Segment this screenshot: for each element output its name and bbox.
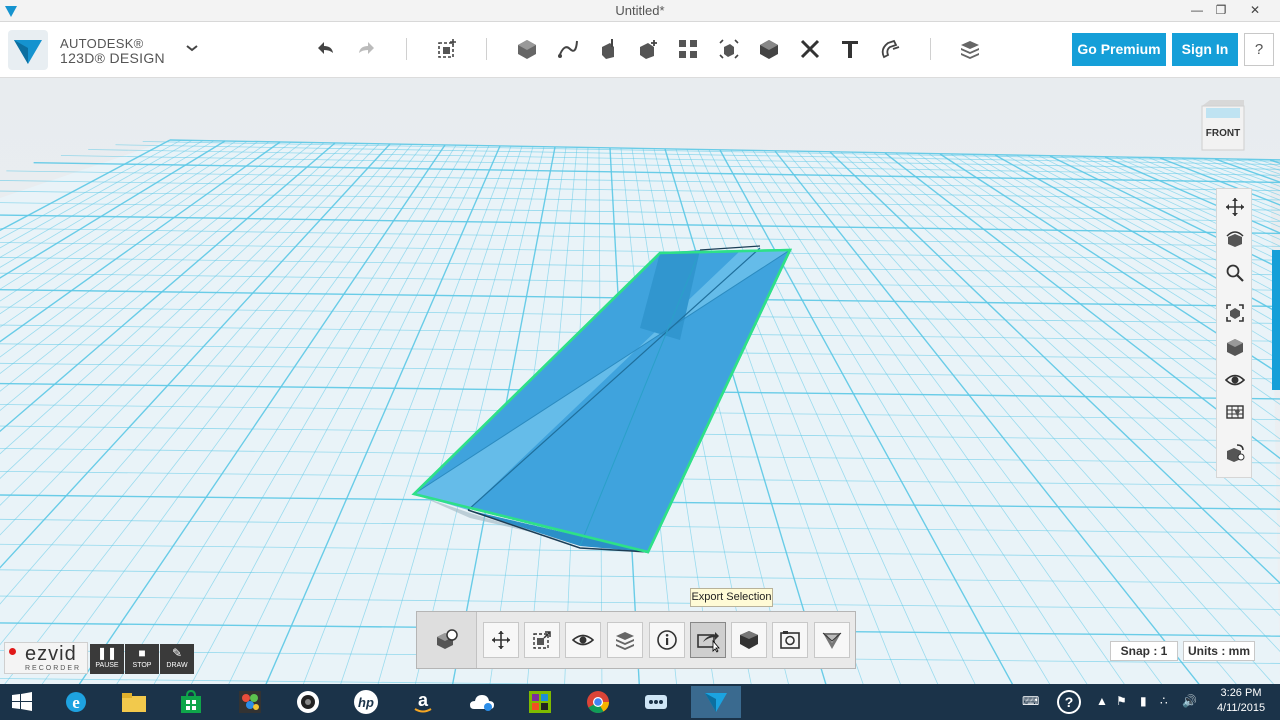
- undo-icon[interactable]: [313, 36, 339, 62]
- window-title: Untitled*: [615, 3, 665, 18]
- toolbar-divider: [406, 38, 407, 60]
- zoom-icon[interactable]: [1223, 261, 1247, 285]
- amazon-icon[interactable]: a: [401, 686, 445, 718]
- snap-icon[interactable]: [877, 36, 903, 62]
- action-center-icon[interactable]: ⚑: [1116, 694, 1127, 708]
- visibility-icon[interactable]: [1223, 368, 1247, 392]
- taskbar: e hp a ⌨ ? ▲ ⚑ ▮ ∴ 🔊 3:26 PM 4/11/2015: [0, 684, 1280, 720]
- combine-icon[interactable]: [756, 36, 782, 62]
- stop-icon: ■: [138, 646, 146, 660]
- 123d-design-icon[interactable]: [691, 686, 741, 718]
- help-button[interactable]: ?: [1244, 33, 1274, 66]
- pause-icon: ❚❚: [96, 646, 118, 660]
- store-icon[interactable]: [169, 686, 213, 718]
- ezvid-name: ezvid: [25, 643, 77, 665]
- ezvid-logo: ezvid RECORDER: [4, 642, 88, 674]
- snap-selector[interactable]: Snap : 1: [1110, 641, 1178, 661]
- layers-icon[interactable]: [607, 622, 643, 658]
- pause-button[interactable]: ❚❚ PAUSE: [90, 644, 124, 674]
- clock[interactable]: 3:26 PM 4/11/2015: [1208, 686, 1274, 716]
- svg-text:hp: hp: [358, 695, 374, 710]
- draw-label: DRAW: [166, 662, 188, 669]
- orbit-icon[interactable]: [1223, 228, 1247, 252]
- info-icon[interactable]: [649, 622, 685, 658]
- pan-icon[interactable]: [1223, 195, 1247, 219]
- materials-display-icon[interactable]: [1223, 400, 1247, 424]
- sketch-icon[interactable]: [555, 36, 581, 62]
- sign-in-button[interactable]: Sign In: [1172, 33, 1238, 66]
- export-selection-icon[interactable]: [690, 622, 726, 658]
- redo-icon[interactable]: [353, 36, 379, 62]
- windows-start-icon[interactable]: [0, 686, 44, 718]
- toolbar-divider: [930, 38, 931, 60]
- measure-icon[interactable]: [797, 36, 823, 62]
- wifi-icon[interactable]: ∴: [1160, 694, 1168, 708]
- scale-icon[interactable]: [524, 622, 560, 658]
- bottom-toolbar: [416, 611, 856, 669]
- paint-icon[interactable]: [228, 686, 272, 718]
- grouping-icon[interactable]: [716, 36, 742, 62]
- tooltip: Export Selection: [690, 588, 773, 607]
- brand-company: AUTODESK®: [60, 36, 144, 51]
- window-title-bar: Untitled* — ❐ ✕: [0, 0, 1280, 22]
- pause-label: PAUSE: [95, 662, 119, 669]
- modify-icon[interactable]: [635, 36, 661, 62]
- side-panel-tab[interactable]: [1272, 250, 1280, 390]
- views-icon[interactable]: [1223, 335, 1247, 359]
- pencil-icon: ✎: [171, 646, 183, 660]
- clock-time: 3:26 PM: [1220, 687, 1262, 699]
- volume-icon[interactable]: 🔊: [1182, 694, 1197, 708]
- clock-date: 4/11/2015: [1216, 702, 1266, 714]
- 123d-logo-icon[interactable]: [8, 30, 48, 70]
- hp-icon[interactable]: hp: [344, 686, 388, 718]
- grid-settings-icon[interactable]: [1223, 441, 1247, 465]
- draw-button[interactable]: ✎ DRAW: [160, 644, 194, 674]
- chrome-icon[interactable]: [576, 686, 620, 718]
- main-toolbar: AUTODESK® 123D® DESIGN Go Premium Sign I…: [0, 22, 1280, 78]
- solid-icon[interactable]: [731, 622, 767, 658]
- keyboard-icon[interactable]: ⌨: [1022, 694, 1039, 708]
- transform-icon[interactable]: [434, 36, 460, 62]
- close-icon[interactable]: ✕: [1240, 0, 1270, 22]
- screenshot-icon[interactable]: [772, 622, 808, 658]
- view-cube[interactable]: FRONT: [1198, 98, 1248, 152]
- fit-icon[interactable]: [1223, 301, 1247, 325]
- battery-icon[interactable]: ▮: [1140, 694, 1147, 708]
- materials-icon[interactable]: [957, 36, 983, 62]
- navigation-panel: [1216, 188, 1252, 478]
- internet-explorer-icon[interactable]: e: [54, 686, 98, 718]
- svg-text:a: a: [418, 690, 429, 710]
- tray-expand-icon[interactable]: ▲: [1096, 694, 1108, 708]
- construct-icon[interactable]: [595, 36, 621, 62]
- viewcube-front-label[interactable]: FRONT: [1206, 128, 1240, 139]
- select-object-icon[interactable]: [417, 612, 477, 668]
- stop-label: STOP: [132, 662, 152, 669]
- units-selector[interactable]: Units : mm: [1183, 641, 1255, 661]
- svg-text:?: ?: [1065, 694, 1074, 710]
- media-icon[interactable]: [286, 686, 330, 718]
- weather-icon[interactable]: [460, 686, 504, 718]
- pattern-icon[interactable]: [675, 36, 701, 62]
- scene-canvas[interactable]: [0, 78, 1280, 684]
- ezvid-recorder-overlay: ezvid RECORDER ❚❚ PAUSE ■ STOP ✎ DRAW: [4, 642, 194, 674]
- svg-text:e: e: [72, 693, 80, 712]
- move-icon[interactable]: [483, 622, 519, 658]
- help-tray-icon[interactable]: ?: [1055, 688, 1083, 716]
- movie-maker-icon[interactable]: [518, 686, 562, 718]
- go-premium-button[interactable]: Go Premium: [1072, 33, 1166, 66]
- restore-icon[interactable]: ❐: [1206, 0, 1236, 22]
- brand-product: 123D® DESIGN: [60, 50, 165, 66]
- chevron-down-icon[interactable]: [184, 40, 200, 56]
- smooth-icon[interactable]: [814, 622, 850, 658]
- network-app-icon[interactable]: [634, 686, 678, 718]
- hide-icon[interactable]: [565, 622, 601, 658]
- file-explorer-icon[interactable]: [112, 686, 156, 718]
- toolbar-divider: [486, 38, 487, 60]
- stop-button[interactable]: ■ STOP: [125, 644, 159, 674]
- text-icon[interactable]: [837, 36, 863, 62]
- ezvid-sub: RECORDER: [25, 665, 82, 672]
- primitives-icon[interactable]: [514, 36, 540, 62]
- record-indicator-icon: [9, 648, 16, 655]
- 3d-viewport[interactable]: FRONT: [0, 78, 1280, 684]
